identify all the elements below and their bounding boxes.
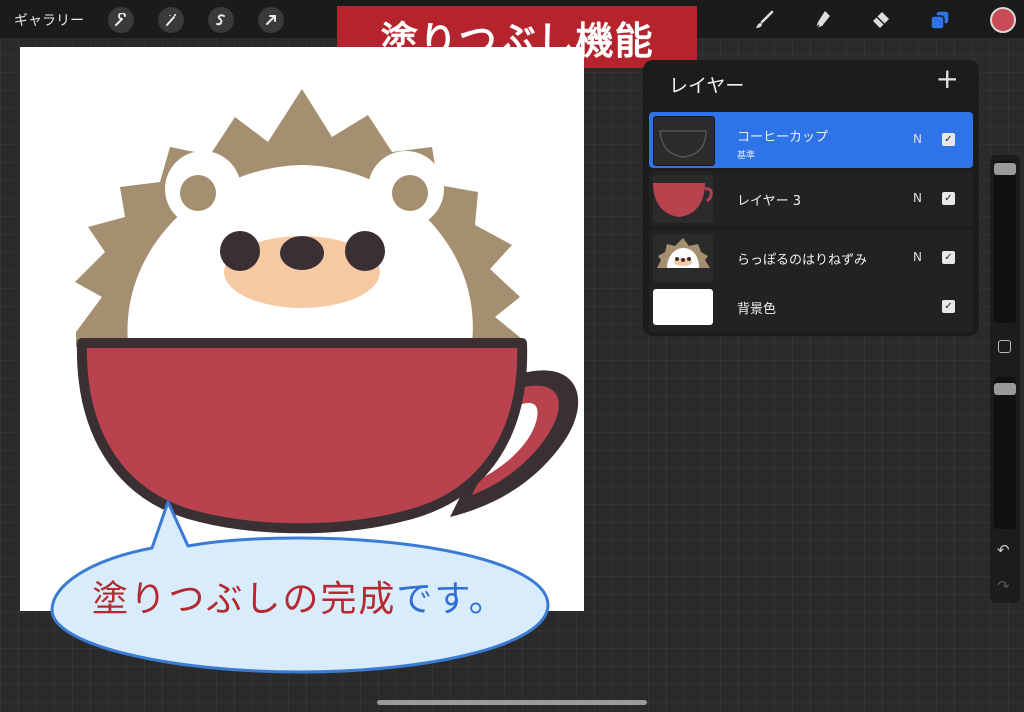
layer-thumbnail	[653, 234, 713, 282]
modify-button[interactable]	[998, 340, 1011, 353]
opacity-slider[interactable]	[994, 377, 1016, 529]
opacity-handle[interactable]	[994, 383, 1016, 395]
layer-row-layer-3[interactable]: レイヤー 3 N ✓	[649, 171, 973, 227]
smudge-icon[interactable]	[808, 6, 836, 34]
nose	[280, 236, 324, 270]
blend-mode-button[interactable]: N	[913, 132, 922, 146]
right-sidebar: ↶ ↷	[990, 155, 1020, 603]
layer-name: レイヤー 3	[737, 194, 802, 209]
selection-icon[interactable]	[208, 7, 234, 33]
brush-size-slider[interactable]	[994, 161, 1016, 323]
transform-arrow-icon[interactable]	[258, 7, 284, 33]
layer-name: 背景色	[737, 302, 777, 317]
layer-thumbnail	[653, 116, 715, 166]
add-layer-button[interactable]: +	[936, 65, 959, 93]
drawing-canvas[interactable]	[20, 47, 584, 611]
redo-button[interactable]: ↷	[997, 577, 1010, 595]
visibility-checkbox[interactable]: ✓	[942, 251, 955, 264]
brush-icon[interactable]	[750, 6, 778, 34]
visibility-checkbox[interactable]: ✓	[942, 192, 955, 205]
layer-name: コーヒーカップ	[737, 130, 829, 145]
layers-icon[interactable]	[926, 6, 954, 34]
layer-row-hedgehog[interactable]: らっぽるのはりねずみ N ✓	[649, 230, 973, 286]
completion-caption: 塗りつぶしの完成です。	[92, 570, 507, 622]
blend-mode-button[interactable]: N	[913, 191, 922, 205]
layer-row-background-color[interactable]: 背景色 ✓	[649, 282, 973, 332]
cup-body	[76, 338, 528, 534]
visibility-checkbox[interactable]: ✓	[942, 133, 955, 146]
layer-name: らっぽるのはりねずみ	[737, 253, 868, 268]
wrench-icon[interactable]	[108, 7, 134, 33]
right-eye	[345, 231, 385, 271]
gallery-button[interactable]: ギャラリー	[14, 10, 84, 30]
brush-size-handle[interactable]	[994, 163, 1016, 175]
layer-thumbnail	[653, 175, 713, 223]
eraser-icon[interactable]	[866, 6, 894, 34]
visibility-checkbox[interactable]: ✓	[942, 300, 955, 313]
caption-main: 塗りつぶしの完成	[92, 579, 397, 620]
home-indicator	[377, 700, 647, 705]
magic-wand-icon[interactable]	[158, 7, 184, 33]
caption-suffix: です。	[396, 579, 507, 620]
clipping-label: 基準	[737, 151, 756, 161]
undo-button[interactable]: ↶	[997, 541, 1010, 559]
layers-panel-title: レイヤー	[669, 75, 745, 97]
layers-panel: レイヤー + コーヒーカップ 基準 N ✓ レイヤー 3 N ✓ らっぽるのはり…	[643, 60, 979, 336]
hedgehog-in-cup-illustration	[75, 89, 579, 534]
blend-mode-button[interactable]: N	[913, 250, 922, 264]
color-picker-button[interactable]	[990, 7, 1016, 33]
layer-row-coffee-cup[interactable]: コーヒーカップ 基準 N ✓	[649, 112, 973, 168]
left-eye	[220, 231, 260, 271]
layer-thumbnail	[653, 289, 713, 325]
